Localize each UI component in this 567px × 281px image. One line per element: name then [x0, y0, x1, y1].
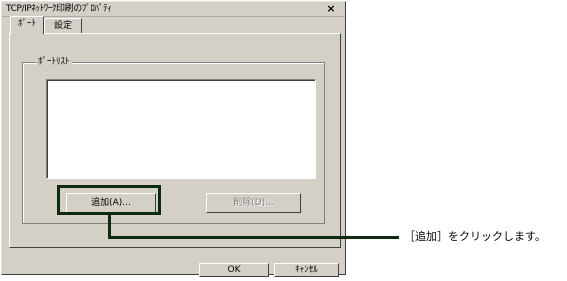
callout-text: ［追加］をクリックします。 [404, 230, 546, 243]
cancel-button[interactable]: ｷｬﾝｾﾙ [274, 263, 339, 277]
tab-port[interactable]: ﾎﾟｰﾄ [10, 16, 44, 34]
tab-settings[interactable]: 設定 [44, 18, 82, 34]
port-list-label: ﾎﾟｰﾄﾘｽﾄ [36, 57, 72, 67]
callout-line-horizontal [108, 236, 399, 239]
close-icon[interactable]: × [325, 3, 337, 14]
ok-button[interactable]: OK [199, 263, 269, 277]
port-listbox[interactable] [46, 79, 316, 179]
properties-dialog: TCP/IPﾈｯﾄﾜｰｸ印刷のﾌﾟﾛﾊﾟﾃｨ × ﾎﾟｰﾄ 設定 ﾎﾟｰﾄﾘｽﾄ… [1, 1, 346, 277]
callout-line-vertical [108, 214, 111, 238]
title-bar: TCP/IPﾈｯﾄﾜｰｸ印刷のﾌﾟﾛﾊﾟﾃｨ × [2, 2, 345, 17]
delete-button: 削除(D)... [206, 193, 301, 213]
add-button-highlight [57, 185, 161, 215]
window-title: TCP/IPﾈｯﾄﾜｰｸ印刷のﾌﾟﾛﾊﾟﾃｨ [6, 4, 112, 14]
